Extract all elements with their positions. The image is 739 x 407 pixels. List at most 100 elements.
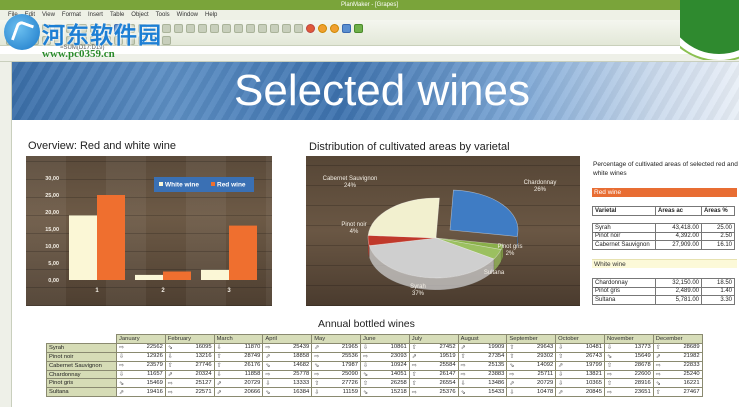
overview-bar-chart[interactable]: 0,00 5,00 10,00 15,00 20,00 25,00 30,00 1 2 3 Whit…: [26, 156, 272, 306]
row-header[interactable]: [0, 200, 11, 209]
row-header[interactable]: [0, 148, 11, 157]
bottled-cell[interactable]: ⇧ 26743: [555, 351, 605, 362]
bottled-cell[interactable]: ⇘ 15469: [116, 378, 166, 389]
row-header[interactable]: [0, 191, 11, 200]
month-header[interactable]: July: [408, 334, 459, 344]
bottled-cell[interactable]: ⇧ 28678: [603, 360, 654, 371]
warning-icon[interactable]: [318, 23, 327, 33]
row-header[interactable]: [0, 380, 11, 389]
bottled-cell[interactable]: ⇩ 13773: [603, 342, 654, 353]
bottled-cell[interactable]: ⇩ 10861: [359, 342, 410, 353]
varietal-label[interactable]: Cabernet Sauvignon: [46, 360, 117, 371]
row-header[interactable]: [0, 242, 11, 251]
pencil-icon[interactable]: [270, 23, 279, 33]
row-header[interactable]: [0, 62, 11, 71]
zoom-icon[interactable]: [198, 23, 207, 33]
bottled-cell[interactable]: ⇗ 20324: [164, 369, 215, 380]
bottled-cell[interactable]: ⇗ 18858: [262, 351, 313, 362]
row-header[interactable]: [0, 328, 11, 337]
bottled-cell[interactable]: ⇩ 11159: [311, 387, 361, 398]
bottled-cell[interactable]: ⇩ 13216: [164, 351, 215, 362]
bottled-cell[interactable]: ⇘ 17987: [311, 360, 361, 371]
areas-pct-cell[interactable]: 3.30: [701, 295, 735, 305]
row-header[interactable]: [0, 139, 11, 148]
row-header[interactable]: [0, 346, 11, 355]
row-header[interactable]: [0, 71, 11, 80]
info-icon[interactable]: [342, 23, 351, 33]
filter-icon[interactable]: [162, 23, 171, 33]
cut-icon[interactable]: [54, 23, 63, 33]
areas-pct-cell[interactable]: 16.10: [701, 240, 735, 250]
varietal-cell[interactable]: Sultana: [592, 295, 656, 305]
bottled-cell[interactable]: ⇨ 23883: [457, 369, 508, 380]
row-header[interactable]: [0, 217, 11, 226]
bottled-cell[interactable]: ⇨ 25135: [457, 360, 508, 371]
bottled-cell[interactable]: ⇗ 20666: [213, 387, 264, 398]
find-icon[interactable]: [246, 23, 255, 33]
bottled-cell[interactable]: ⇩ 10924: [359, 360, 410, 371]
menu-item-window[interactable]: Window: [177, 10, 198, 20]
bottled-cell[interactable]: ⇘ 15433: [457, 387, 508, 398]
row-header[interactable]: [0, 354, 11, 363]
row-header[interactable]: [0, 131, 11, 140]
new-icon[interactable]: [6, 23, 15, 33]
underline-icon[interactable]: [30, 35, 39, 45]
month-header[interactable]: August: [457, 334, 508, 344]
sum-icon[interactable]: [174, 23, 183, 33]
bottled-cell[interactable]: ⇗ 20845: [555, 387, 605, 398]
row-header[interactable]: [0, 234, 11, 243]
row-header[interactable]: [0, 371, 11, 380]
menu-item-insert[interactable]: Insert: [88, 10, 103, 20]
month-header[interactable]: June: [359, 334, 410, 344]
month-header[interactable]: January: [116, 334, 166, 344]
bottled-cell[interactable]: ⇩ 11858: [213, 369, 264, 380]
areas-ac-cell[interactable]: 4,392.00: [655, 231, 702, 242]
row-header[interactable]: [0, 311, 11, 320]
areas-ac-cell[interactable]: 43,418.00: [655, 223, 702, 233]
bottled-cell[interactable]: ⇨ 25439: [262, 342, 313, 353]
bottled-cell[interactable]: ⇩ 13333: [262, 378, 313, 389]
areas-pct-cell[interactable]: 25.00: [701, 223, 735, 233]
bottled-cell[interactable]: ⇗ 19519: [408, 351, 459, 362]
sort-icon[interactable]: [150, 23, 159, 33]
menu-item-table[interactable]: Table: [110, 10, 124, 20]
varietal-header[interactable]: Varietal: [592, 206, 656, 216]
pie-slice-cabernet-sauvignon[interactable]: [367, 197, 440, 239]
bottled-cell[interactable]: ⇩ 13821: [555, 369, 605, 380]
areas-ac-cell[interactable]: 27,909.00: [655, 240, 702, 250]
varietal-cell[interactable]: Chardonnay: [592, 278, 656, 288]
freeze-icon[interactable]: [222, 23, 231, 33]
bottled-cell[interactable]: ⇨ 22562: [116, 342, 166, 353]
areas-pct-cell[interactable]: 1.40: [701, 286, 735, 297]
bottled-cell[interactable]: ⇨ 25584: [408, 360, 459, 371]
row-header[interactable]: [0, 397, 11, 406]
menu-item-edit[interactable]: Edit: [25, 10, 35, 20]
formula-bar[interactable]: =SUM(D17:D19): [60, 44, 260, 53]
row-header[interactable]: [0, 96, 11, 105]
grid-icon[interactable]: [210, 23, 219, 33]
bottled-cell[interactable]: ⇘ 15649: [603, 351, 654, 362]
bottled-cell[interactable]: ⇩ 10481: [555, 342, 605, 353]
varietal-label[interactable]: Pinot noir: [46, 351, 117, 362]
bottled-cell[interactable]: ⇨ 23579: [116, 360, 166, 371]
row-header[interactable]: [0, 174, 11, 183]
table-icon[interactable]: [126, 23, 135, 33]
areas-pct-cell[interactable]: 18.50: [701, 278, 735, 288]
row-header[interactable]: [0, 303, 11, 312]
varietal-label[interactable]: Chardonnay: [46, 369, 117, 380]
bottled-cell[interactable]: ⇧ 27726: [311, 378, 361, 389]
areas-pct-cell[interactable]: 2.50: [701, 231, 735, 242]
row-header[interactable]: [0, 79, 11, 88]
bottled-cell[interactable]: ⇨ 22833: [652, 360, 703, 371]
bar-red-wine[interactable]: [97, 195, 125, 280]
row-header[interactable]: [0, 165, 11, 174]
copy-icon[interactable]: [66, 23, 75, 33]
menu-item-format[interactable]: Format: [62, 10, 81, 20]
bottled-cell[interactable]: ⇘ 16221: [652, 378, 703, 389]
highlight-icon[interactable]: [330, 23, 339, 33]
row-header[interactable]: [0, 122, 11, 131]
month-header[interactable]: October: [555, 334, 605, 344]
bottled-cell[interactable]: ⇧ 26258: [359, 378, 410, 389]
bottled-cell[interactable]: ⇨ 22600: [603, 369, 654, 380]
row-header[interactable]: [0, 277, 11, 286]
